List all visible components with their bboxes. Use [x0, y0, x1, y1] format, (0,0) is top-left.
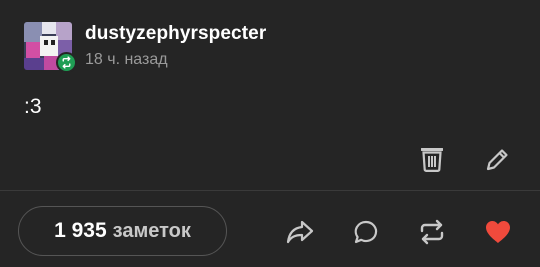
reblog-badge	[56, 52, 77, 73]
trash-icon	[421, 148, 443, 172]
notes-count: 1 935	[54, 219, 107, 242]
comment-icon	[354, 220, 378, 244]
owner-actions	[0, 145, 540, 173]
like-button[interactable]	[484, 218, 512, 246]
share-icon	[286, 220, 314, 244]
post-timestamp[interactable]: 18 ч. назад	[85, 51, 168, 69]
delete-button[interactable]	[418, 145, 446, 173]
reblog-badge-icon	[62, 56, 71, 69]
reblog-button[interactable]	[418, 218, 446, 246]
edit-button[interactable]	[484, 145, 512, 173]
notes-button[interactable]: 1 935 заметок	[18, 206, 227, 256]
reply-button[interactable]	[352, 218, 380, 246]
heart-icon	[486, 221, 510, 243]
pencil-icon	[486, 149, 508, 171]
post-content: :3	[24, 95, 42, 118]
post-card: dustyzephyrspecter 18 ч. назад :3 1 935 …	[0, 0, 540, 267]
reblog-icon	[420, 219, 444, 245]
share-button[interactable]	[286, 218, 314, 246]
divider	[0, 190, 540, 191]
notes-label: заметок	[112, 219, 191, 242]
author-username[interactable]: dustyzephyrspecter	[85, 23, 266, 45]
